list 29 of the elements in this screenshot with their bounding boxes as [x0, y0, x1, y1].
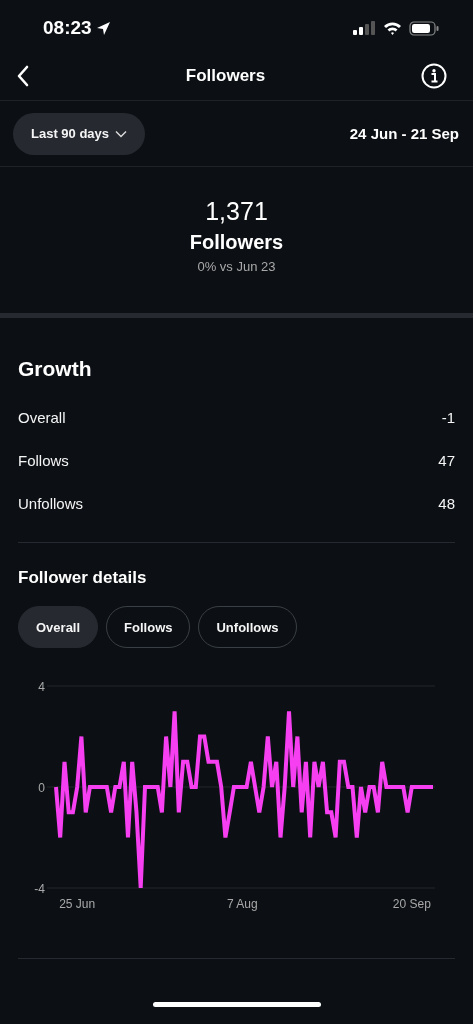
axis-label: -4 [34, 882, 45, 896]
axis-label: 4 [38, 680, 45, 694]
comparison-text: 0% vs Jun 23 [197, 259, 276, 274]
metric-value: 47 [438, 452, 455, 469]
page-title: Followers [185, 66, 266, 86]
back-chevron-icon [16, 65, 30, 87]
location-arrow-icon [95, 20, 111, 36]
filter-tab[interactable]: Overall [18, 606, 99, 648]
axis-label: 0 [38, 781, 45, 795]
clock-time: 08:23 [43, 17, 92, 39]
battery-icon [409, 20, 439, 36]
metric-value: 48 [438, 495, 455, 512]
axis-label: 20 Sep [392, 897, 431, 911]
wifi-icon [383, 21, 402, 35]
follower-label: Followers [189, 230, 284, 255]
metric-value: -1 [441, 409, 455, 426]
metric-label: Overall [18, 409, 66, 426]
section-title: Growth [18, 356, 93, 382]
axis-label: 25 Jun [59, 897, 96, 911]
signal-icon [352, 21, 376, 35]
follower-count: 1,371 [205, 196, 268, 226]
metric-label: Unfollows [18, 495, 84, 512]
section-title: Follower details [18, 567, 148, 589]
axis-label: 7 Aug [227, 897, 258, 911]
metric-label: Follows [18, 452, 69, 469]
date-range-dropdown[interactable]: Last 90 days [13, 112, 146, 155]
info-icon [421, 63, 447, 89]
chevron-down-icon [115, 129, 128, 138]
date-range-text: 24 Jun - 21 Sep [349, 125, 459, 142]
